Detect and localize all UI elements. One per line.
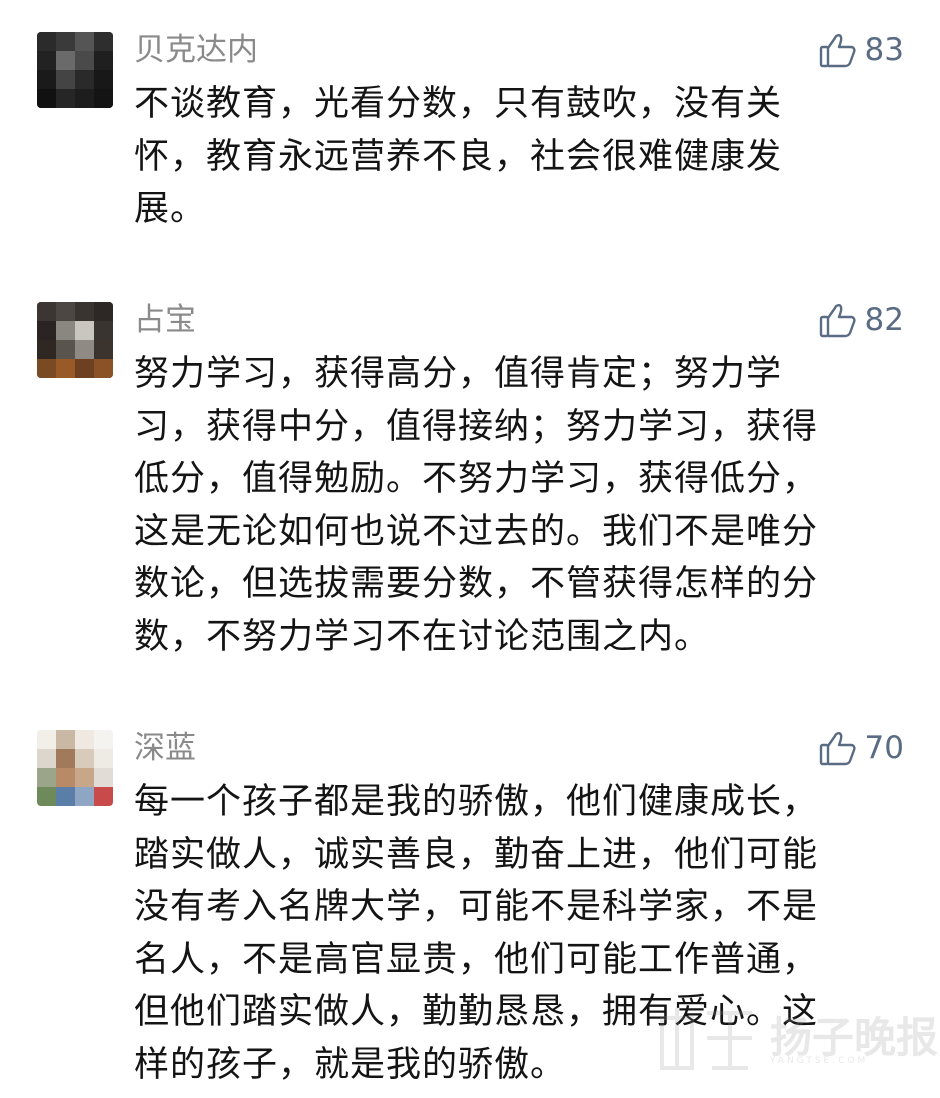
avatar-image — [37, 32, 113, 108]
thumbs-up-icon — [819, 32, 857, 68]
thumbs-up-icon — [819, 302, 857, 338]
watermark-subtext: YANGTSE.COM — [770, 1056, 869, 1066]
comment-line: 低分，值得勉励。不努力学习，获得低分， — [134, 459, 819, 499]
avatar[interactable] — [37, 302, 113, 378]
comment-line: 每一个孩子都是我的骄傲，他们健康成长， — [134, 782, 819, 822]
comment-line: 努力学习，获得高分，值得肯定；努力学 — [134, 354, 783, 394]
like-count: 70 — [864, 730, 904, 766]
comment-line: 数论，但选拔需要分数，不管获得怎样的分 — [134, 564, 819, 604]
avatar-image — [37, 302, 113, 378]
username[interactable]: 占宝 — [134, 300, 196, 340]
comment-text: 努力学习，获得高分，值得肯定；努力学 习，获得中分，值得接纳；努力学习，获得 低… — [134, 348, 879, 663]
comment-line: 名人，不是高官显贵，他们可能工作普通， — [134, 939, 819, 980]
username[interactable]: 深蓝 — [134, 728, 196, 768]
like-count: 83 — [864, 32, 904, 68]
avatar-image — [37, 730, 113, 806]
like-button[interactable]: 82 — [819, 300, 904, 340]
like-count: 82 — [864, 302, 904, 338]
comment-line: 数，不努力学习不在讨论范围之内。 — [134, 616, 711, 657]
username[interactable]: 贝克达内 — [134, 30, 258, 70]
thumbs-up-icon — [819, 730, 857, 766]
comment-text: 不谈教育，光看分数，只有鼓吹，没有关 怀，教育永远营养不良，社会很难健康发 展。 — [134, 78, 879, 236]
watermark-logo-icon — [660, 1008, 752, 1070]
comment-item: 贝克达内 83 不谈教育，光看分数，只有鼓吹，没有关 怀，教育永远营养不良，社会… — [0, 30, 940, 240]
comment-line: 这是无论如何也说不过去的。我们不是唯分 — [134, 511, 819, 552]
comment-item: 占宝 82 努力学习，获得高分，值得肯定；努力学 习，获得中分，值得接纳；努力学… — [0, 300, 940, 670]
comment-line: 不谈教育，光看分数，只有鼓吹，没有关 — [134, 84, 783, 124]
comment-line: 展。 — [134, 189, 207, 229]
avatar[interactable] — [37, 32, 113, 108]
site-watermark: 扬子晚报网 YANGTSE.COM — [652, 998, 940, 1078]
like-button[interactable]: 70 — [819, 728, 904, 768]
avatar[interactable] — [37, 730, 113, 806]
comment-line: 怀，教育永远营养不良，社会很难健康发 — [134, 136, 783, 177]
comment-line: 没有考入名牌大学，可能不是科学家，不是 — [134, 887, 819, 927]
comment-line: 踏实做人，诚实善良，勤奋上进，他们可能 — [134, 834, 819, 875]
comment-line: 习，获得中分，值得接纳；努力学习，获得 — [134, 406, 819, 447]
like-button[interactable]: 83 — [819, 30, 904, 70]
